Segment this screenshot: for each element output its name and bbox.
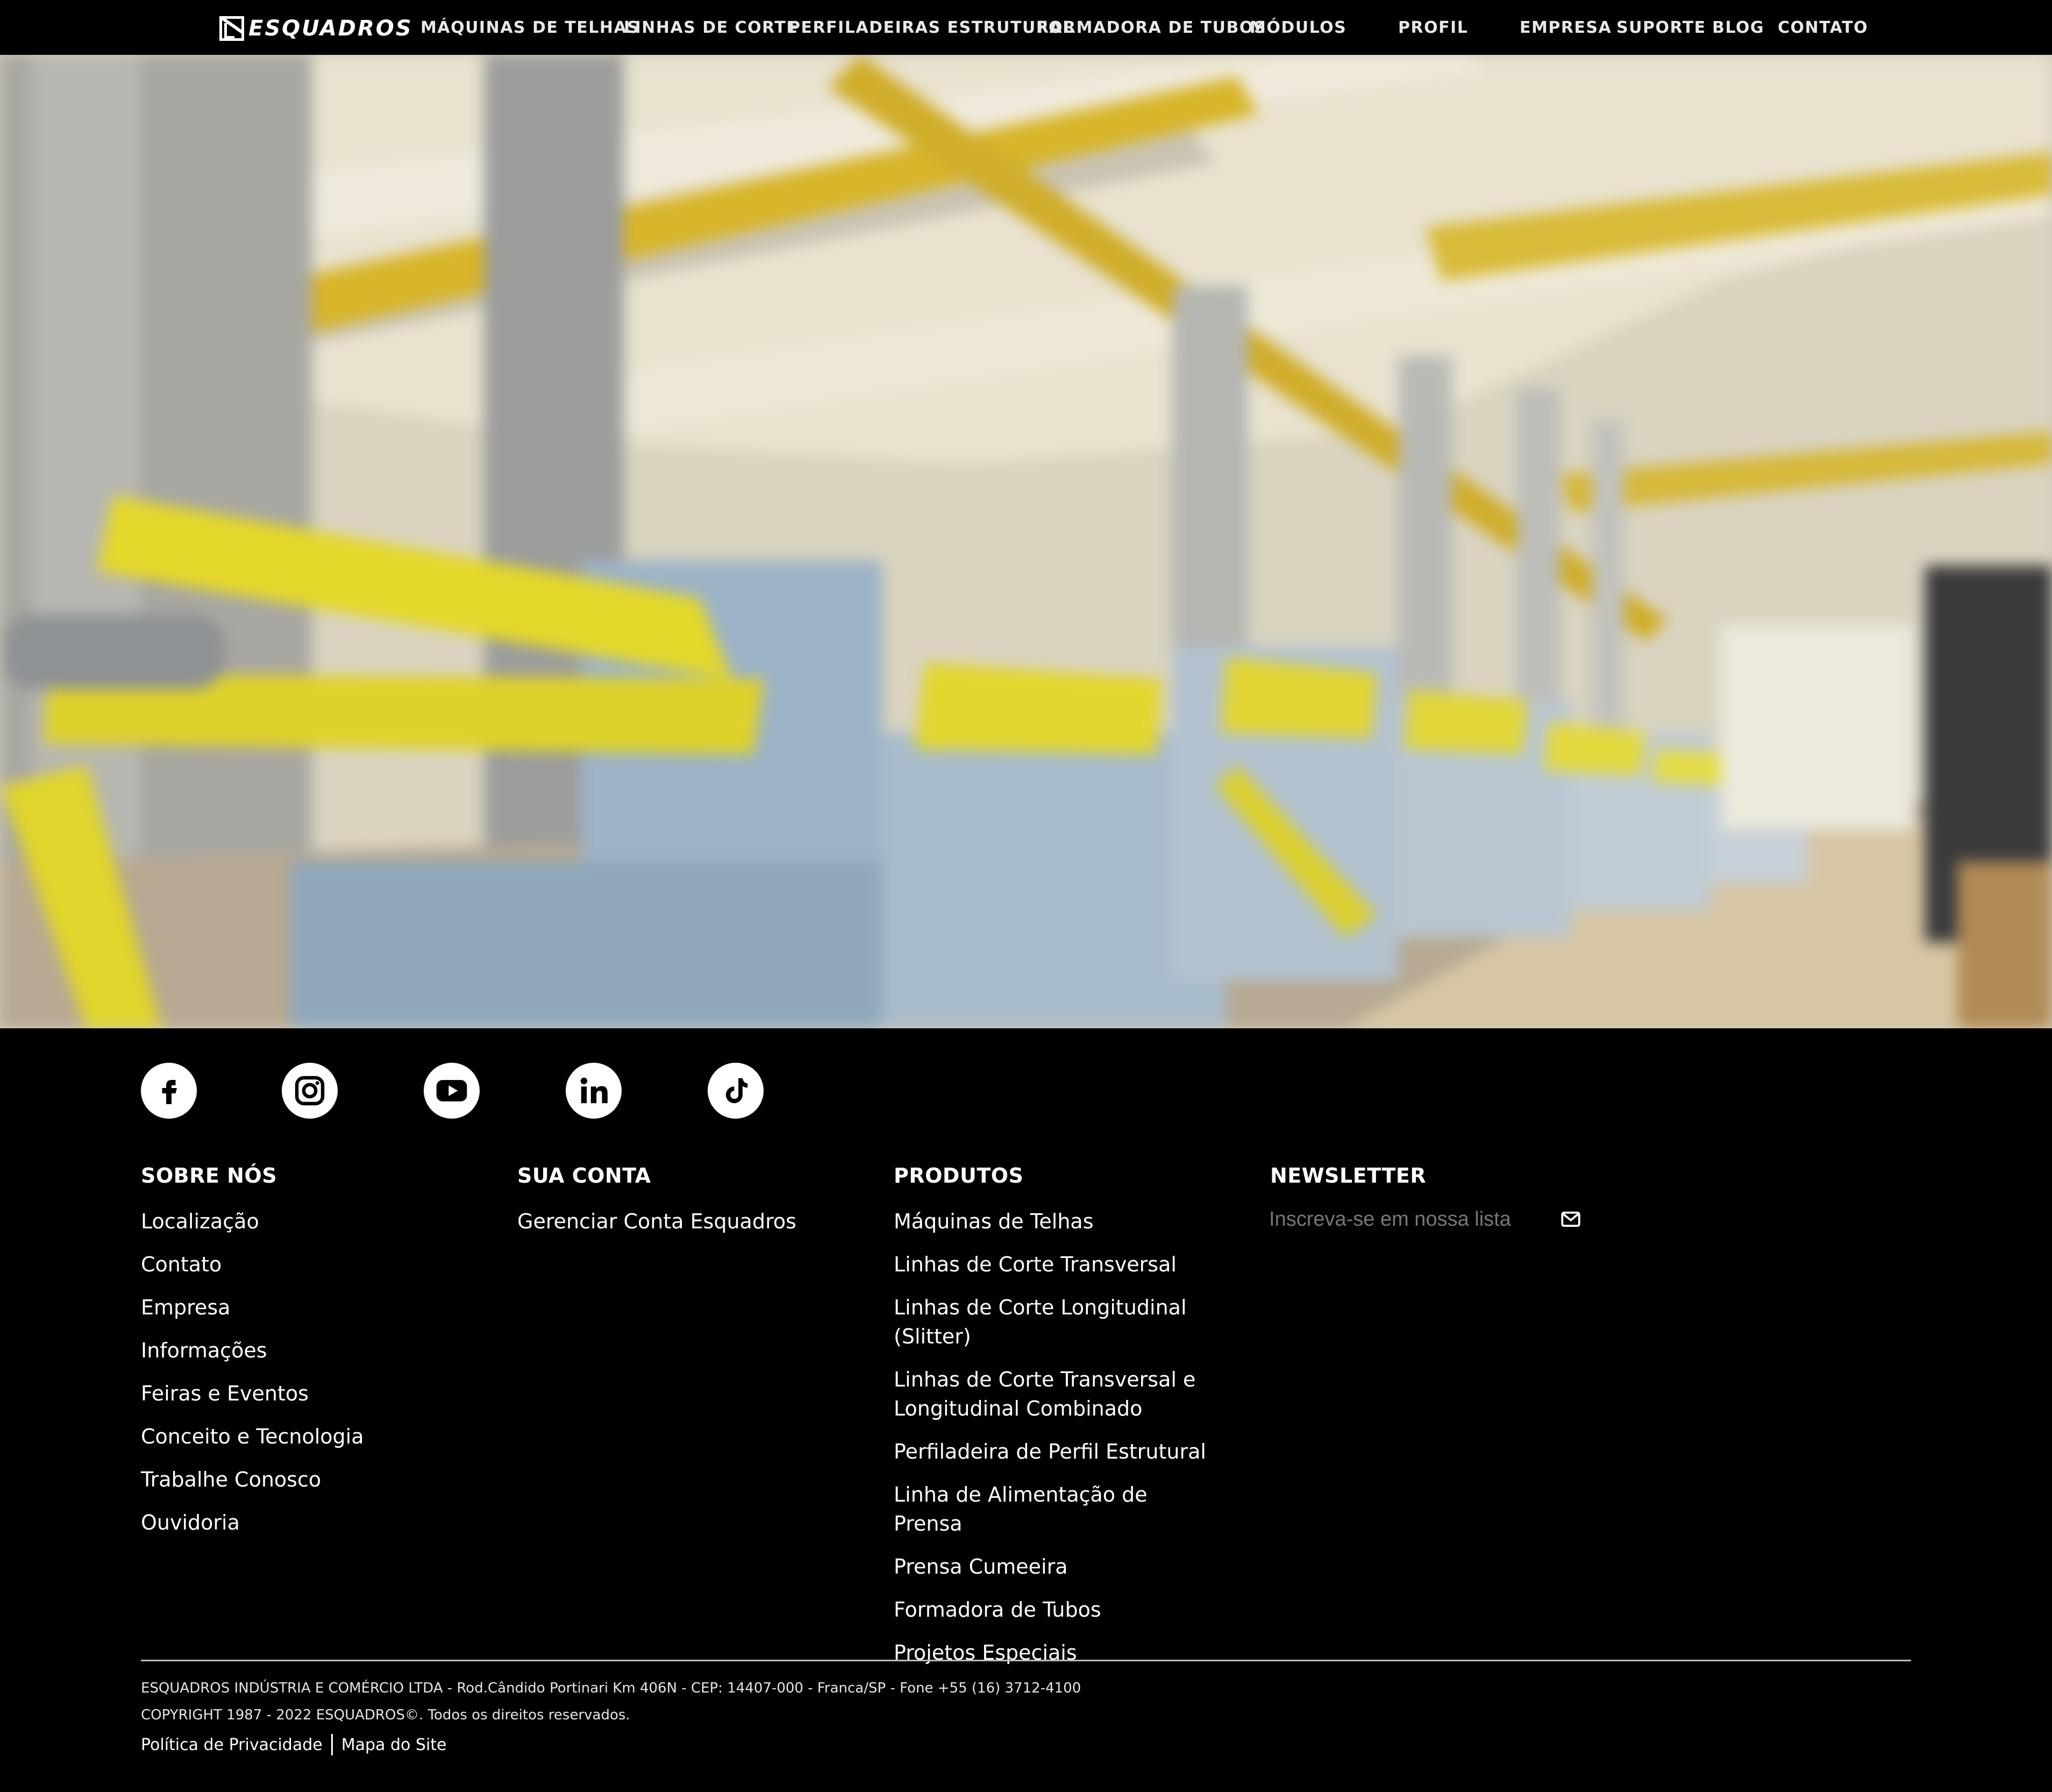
link-corte-combinado[interactable]: Linhas de Corte Transversal e Longitudin… bbox=[894, 1365, 1216, 1423]
nav-suporte[interactable]: SUPORTE bbox=[1616, 17, 1706, 39]
hero-banner bbox=[0, 55, 2052, 1028]
nav-profil[interactable]: PROFIL bbox=[1398, 17, 1468, 39]
link-ouvidoria[interactable]: Ouvidoria bbox=[141, 1508, 364, 1537]
link-empresa[interactable]: Empresa bbox=[141, 1293, 364, 1322]
logo-mark-icon bbox=[219, 16, 244, 41]
link-localizacao[interactable]: Localização bbox=[141, 1207, 364, 1236]
link-perfiladeira-estrutural[interactable]: Perfiladeira de Perfil Estrutural bbox=[894, 1437, 1216, 1466]
nav-modulos[interactable]: MÓDULOS bbox=[1250, 17, 1346, 39]
footer-divider bbox=[141, 1660, 1911, 1661]
link-corte-longitudinal[interactable]: Linhas de Corte Longitudinal (Slitter) bbox=[894, 1293, 1216, 1351]
account-heading: SUA CONTA bbox=[517, 1164, 651, 1187]
link-trabalhe-conosco[interactable]: Trabalhe Conosco bbox=[141, 1465, 364, 1494]
about-links: Localização Contato Empresa Informações … bbox=[141, 1207, 364, 1551]
link-feiras-e-eventos[interactable]: Feiras e Eventos bbox=[141, 1379, 364, 1408]
link-formadora-de-tubos[interactable]: Formadora de Tubos bbox=[894, 1595, 1216, 1624]
products-heading: PRODUTOS bbox=[894, 1164, 1024, 1187]
mail-icon[interactable] bbox=[1558, 1207, 1583, 1232]
nav-blog[interactable]: BLOG bbox=[1712, 17, 1764, 39]
link-gerenciar-conta[interactable]: Gerenciar Conta Esquadros bbox=[517, 1207, 796, 1236]
newsletter-heading: NEWSLETTER bbox=[1270, 1164, 1427, 1187]
nav-contato[interactable]: CONTATO bbox=[1778, 17, 1868, 39]
nav-perfiladeiras-estrutural[interactable]: PERFILADEIRAS ESTRUTURAL bbox=[788, 17, 1074, 39]
company-address: ESQUADROS INDÚSTRIA E COMÉRCIO LTDA - Ro… bbox=[141, 1680, 1081, 1696]
products-links: Máquinas de Telhas Linhas de Corte Trans… bbox=[894, 1207, 1216, 1681]
youtube-icon[interactable] bbox=[424, 1063, 480, 1119]
link-maquinas-de-telhas[interactable]: Máquinas de Telhas bbox=[894, 1207, 1216, 1236]
link-corte-transversal[interactable]: Linhas de Corte Transversal bbox=[894, 1250, 1216, 1279]
factory-hero-image bbox=[0, 55, 2052, 1028]
logo-text: ESQUADROS bbox=[248, 16, 413, 41]
nav-formadora-de-tubos[interactable]: FORMADORA DE TUBOS bbox=[1037, 17, 1266, 39]
nav-linhas-de-corte[interactable]: LINHAS DE CORTE bbox=[624, 17, 798, 39]
linkedin-icon[interactable] bbox=[566, 1063, 622, 1119]
privacy-policy-link[interactable]: Política de Privacidade bbox=[141, 1736, 323, 1754]
tiktok-icon[interactable] bbox=[708, 1063, 764, 1119]
account-links: Gerenciar Conta Esquadros bbox=[517, 1207, 796, 1250]
link-informacoes[interactable]: Informações bbox=[141, 1336, 364, 1365]
facebook-icon[interactable] bbox=[141, 1063, 197, 1119]
top-navigation-bar: ESQUADROS MÁQUINAS DE TELHAS LINHAS DE C… bbox=[0, 0, 2052, 55]
brand-logo[interactable]: ESQUADROS bbox=[219, 15, 413, 42]
link-projetos-especiais[interactable]: Projetos Especiais bbox=[894, 1638, 1216, 1667]
nav-maquinas-de-telhas[interactable]: MÁQUINAS DE TELHAS bbox=[421, 17, 639, 39]
instagram-icon[interactable] bbox=[282, 1063, 338, 1119]
newsletter-email-input[interactable] bbox=[1269, 1205, 1549, 1234]
nav-empresa[interactable]: EMPRESA bbox=[1520, 17, 1612, 39]
link-conceito-e-tecnologia[interactable]: Conceito e Tecnologia bbox=[141, 1422, 364, 1451]
link-alimentacao-prensa[interactable]: Linha de Alimentação de Prensa bbox=[894, 1480, 1216, 1538]
link-prensa-cumeeira[interactable]: Prensa Cumeeira bbox=[894, 1552, 1216, 1581]
link-contato[interactable]: Contato bbox=[141, 1250, 364, 1279]
sitemap-link[interactable]: Mapa do Site bbox=[341, 1736, 447, 1754]
link-separator bbox=[331, 1734, 333, 1755]
about-heading: SOBRE NÓS bbox=[141, 1164, 277, 1187]
copyright-text: COPYRIGHT 1987 - 2022 ESQUADROS©. Todos … bbox=[141, 1707, 630, 1723]
legal-links: Política de Privacidade Mapa do Site bbox=[141, 1734, 447, 1755]
